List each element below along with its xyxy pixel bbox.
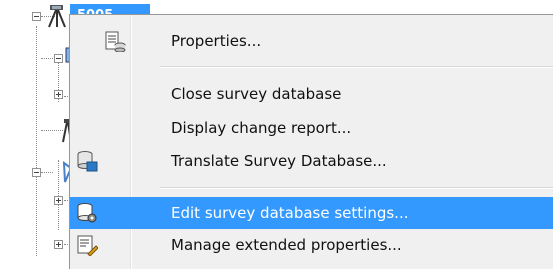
tree-connector bbox=[41, 130, 63, 132]
menu-item-label: Properties... bbox=[171, 32, 262, 50]
menu-item-edit-survey-database-settings[interactable]: Edit survey database settings... bbox=[70, 197, 553, 229]
tree-connector bbox=[41, 58, 53, 60]
menu-item-label: Edit survey database settings... bbox=[171, 204, 409, 222]
tree-connector bbox=[58, 160, 60, 230]
menu-item-label: Manage extended properties... bbox=[171, 236, 402, 254]
menu-item-display-change-report[interactable]: Display change report... bbox=[70, 112, 553, 144]
collapse-toggle-child[interactable] bbox=[54, 54, 63, 63]
menu-item-manage-extended-properties[interactable]: Manage extended properties... bbox=[70, 229, 553, 261]
expand-toggle[interactable] bbox=[54, 240, 63, 249]
collapse-toggle-root[interactable] bbox=[32, 12, 41, 21]
menu-item-label: Close survey database bbox=[171, 85, 342, 103]
expand-toggle[interactable] bbox=[54, 196, 63, 205]
context-menu: Properties... Close survey database Disp… bbox=[69, 14, 553, 269]
collapse-toggle-child[interactable] bbox=[32, 168, 41, 177]
tree-connector bbox=[36, 26, 38, 256]
tree-connector bbox=[41, 172, 53, 174]
menu-item-properties[interactable]: Properties... bbox=[70, 25, 553, 57]
menu-item-translate-survey-database[interactable]: Translate Survey Database... bbox=[70, 145, 553, 177]
menu-separator bbox=[160, 66, 553, 68]
menu-separator bbox=[160, 187, 553, 189]
menu-item-close-survey-database[interactable]: Close survey database bbox=[70, 78, 553, 110]
properties-icon bbox=[105, 31, 126, 52]
translate-database-icon bbox=[77, 151, 98, 172]
survey-database-icon bbox=[48, 5, 66, 28]
expand-toggle[interactable] bbox=[54, 90, 63, 99]
database-settings-icon bbox=[77, 203, 97, 223]
menu-item-label: Translate Survey Database... bbox=[171, 152, 387, 170]
extended-properties-icon bbox=[77, 235, 98, 256]
menu-item-label: Display change report... bbox=[171, 119, 352, 137]
